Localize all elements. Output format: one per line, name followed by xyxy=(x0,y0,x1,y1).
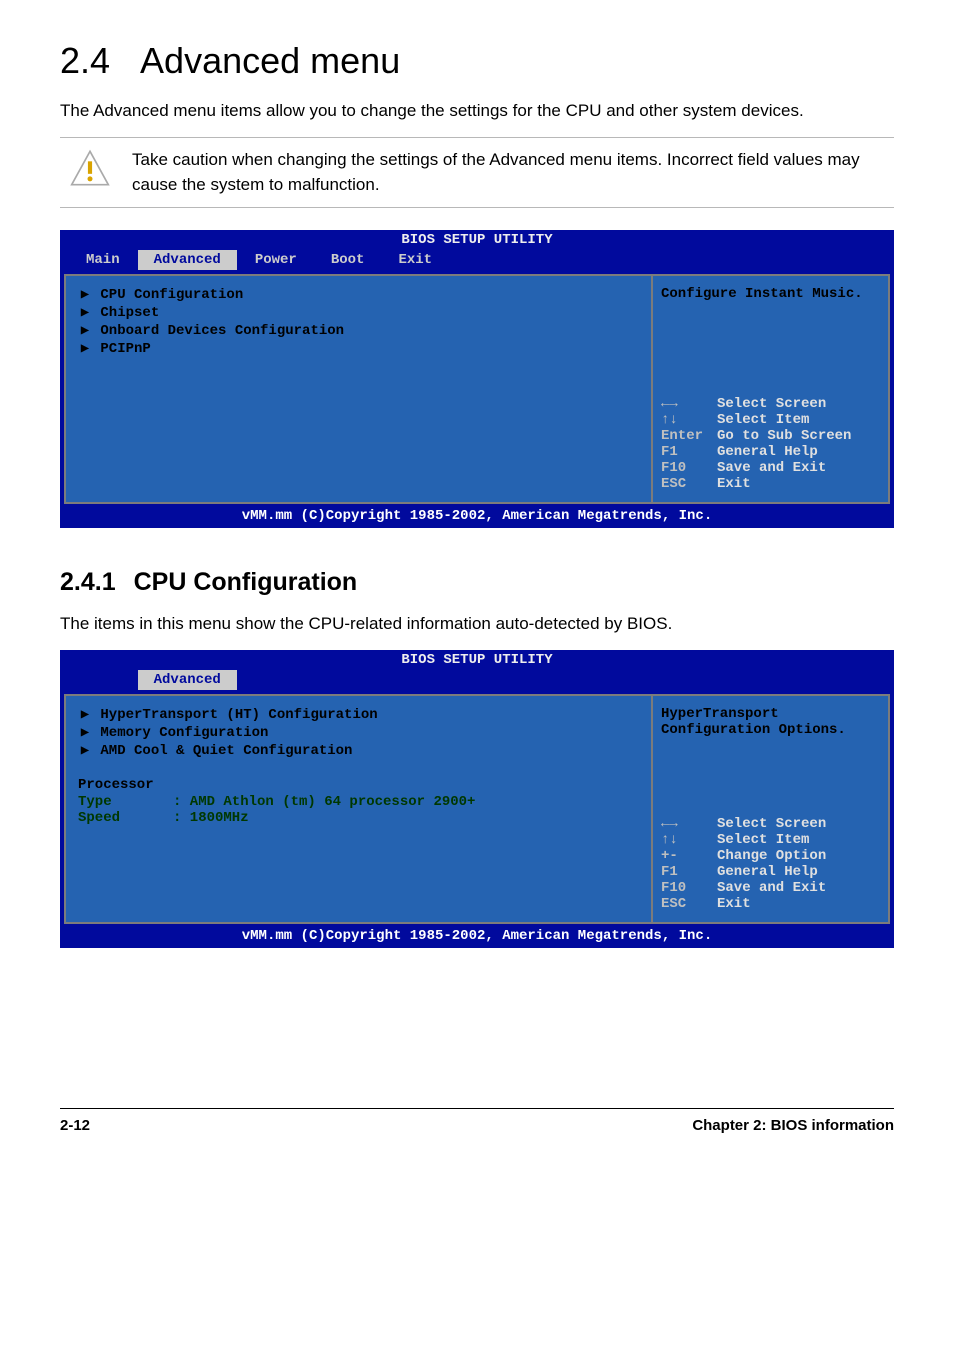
bios-item: ▶ HyperTransport (HT) Configuration xyxy=(78,706,639,723)
key-label: Select Screen xyxy=(717,396,826,412)
bios-item: ▶ Chipset xyxy=(78,304,639,321)
section-intro: The Advanced menu items allow you to cha… xyxy=(60,100,894,123)
bios-item-label: PCIPnP xyxy=(100,341,150,357)
bios-copyright: vMM.mm (C)Copyright 1985-2002, American … xyxy=(60,506,894,528)
bios-left-panel: ▶ HyperTransport (HT) Configuration ▶ Me… xyxy=(66,696,653,922)
key: ↑↓ xyxy=(661,832,717,848)
bios-right-panel: HyperTransport Configuration Options. ←→… xyxy=(653,696,888,922)
menu-main: Main xyxy=(70,250,136,270)
key: ESC xyxy=(661,476,717,492)
key: +- xyxy=(661,848,717,864)
bios-item-label: Chipset xyxy=(100,305,159,321)
bios-menubar: Main Advanced Power Boot Exit xyxy=(60,248,894,274)
processor-speed-row: Speed : 1800MHz xyxy=(78,810,639,826)
caution-alert: Take caution when changing the settings … xyxy=(60,137,894,208)
key: F10 xyxy=(661,880,717,896)
bios-item: ▶ AMD Cool & Quiet Configuration xyxy=(78,742,639,759)
help-line: Configuration Options. xyxy=(661,722,880,738)
page-footer: 2-12 Chapter 2: BIOS information xyxy=(60,1108,894,1134)
section-number: 2.4 xyxy=(60,40,110,81)
section-title-text: Advanced menu xyxy=(140,40,400,81)
subsection-title-text: CPU Configuration xyxy=(134,568,358,596)
processor-block: Processor Type : AMD Athlon (tm) 64 proc… xyxy=(78,777,639,826)
bios-screenshot-1: BIOS SETUP UTILITY Main Advanced Power B… xyxy=(60,230,894,528)
chapter-label: Chapter 2: BIOS information xyxy=(692,1117,894,1134)
bios-body: ▶ HyperTransport (HT) Configuration ▶ Me… xyxy=(64,694,890,924)
key: ←→ xyxy=(661,816,717,832)
bios-key-hints: ←→Select Screen ↑↓Select Item +-Change O… xyxy=(661,816,880,912)
key-label: Select Item xyxy=(717,412,809,428)
subsection-intro: The items in this menu show the CPU-rela… xyxy=(60,613,894,636)
key-label: Select Screen xyxy=(717,816,826,832)
section-heading: 2.4 Advanced menu xyxy=(60,40,894,82)
key: ESC xyxy=(661,896,717,912)
bios-item: ▶ Memory Configuration xyxy=(78,724,639,741)
bios-body: ▶ CPU Configuration ▶ Chipset ▶ Onboard … xyxy=(64,274,890,504)
bios-copyright: vMM.mm (C)Copyright 1985-2002, American … xyxy=(60,926,894,948)
menu-exit: Exit xyxy=(382,250,448,270)
key-label: General Help xyxy=(717,444,818,460)
bios-item-label: CPU Configuration xyxy=(100,287,243,303)
key: F10 xyxy=(661,460,717,476)
key-label: Select Item xyxy=(717,832,809,848)
page-number: 2-12 xyxy=(60,1117,90,1134)
subsection-number: 2.4.1 xyxy=(60,568,116,596)
key-label: Exit xyxy=(717,896,751,912)
bios-screenshot-2: BIOS SETUP UTILITY Main Advanced ▶ Hyper… xyxy=(60,650,894,948)
processor-speed-label: Speed xyxy=(78,810,173,826)
bios-item-label: AMD Cool & Quiet Configuration xyxy=(100,743,352,759)
key: ←→ xyxy=(661,396,717,412)
processor-speed-value: : 1800MHz xyxy=(173,810,249,826)
menu-power: Power xyxy=(239,250,313,270)
processor-heading: Processor xyxy=(78,777,154,793)
processor-type-value: : AMD Athlon (tm) 64 processor 2900+ xyxy=(173,794,475,810)
key-label: Change Option xyxy=(717,848,826,864)
bios-item: ▶ PCIPnP xyxy=(78,340,639,357)
caution-icon xyxy=(70,148,110,188)
bios-right-panel: Configure Instant Music. ←→Select Screen… xyxy=(653,276,888,502)
bios-left-panel: ▶ CPU Configuration ▶ Chipset ▶ Onboard … xyxy=(66,276,653,502)
bios-help-text: Configure Instant Music. xyxy=(661,286,880,302)
bios-title: BIOS SETUP UTILITY xyxy=(60,650,894,668)
menu-advanced: Advanced xyxy=(138,670,237,690)
processor-type-label: Type xyxy=(78,794,173,810)
bios-help-text: HyperTransport Configuration Options. xyxy=(661,706,880,738)
menu-boot: Boot xyxy=(315,250,381,270)
caution-text: Take caution when changing the settings … xyxy=(132,148,894,197)
bios-item-label: Memory Configuration xyxy=(100,725,268,741)
key-label: General Help xyxy=(717,864,818,880)
help-line: HyperTransport xyxy=(661,706,880,722)
key: ↑↓ xyxy=(661,412,717,428)
bios-item: ▶ Onboard Devices Configuration xyxy=(78,322,639,339)
bios-menubar: Main Advanced xyxy=(60,668,894,694)
bios-title: BIOS SETUP UTILITY xyxy=(60,230,894,248)
key: Enter xyxy=(661,428,717,444)
key-label: Go to Sub Screen xyxy=(717,428,851,444)
key-label: Exit xyxy=(717,476,751,492)
key-label: Save and Exit xyxy=(717,880,826,896)
key: F1 xyxy=(661,444,717,460)
key-label: Save and Exit xyxy=(717,460,826,476)
menu-advanced: Advanced xyxy=(138,250,237,270)
key: F1 xyxy=(661,864,717,880)
bios-item-label: Onboard Devices Configuration xyxy=(100,323,344,339)
bios-item: ▶ CPU Configuration xyxy=(78,286,639,303)
bios-key-hints: ←→Select Screen ↑↓Select Item EnterGo to… xyxy=(661,396,880,492)
bios-item-label: HyperTransport (HT) Configuration xyxy=(100,707,377,723)
subsection-heading: 2.4.1 CPU Configuration xyxy=(60,568,894,597)
processor-type-row: Type : AMD Athlon (tm) 64 processor 2900… xyxy=(78,794,639,810)
